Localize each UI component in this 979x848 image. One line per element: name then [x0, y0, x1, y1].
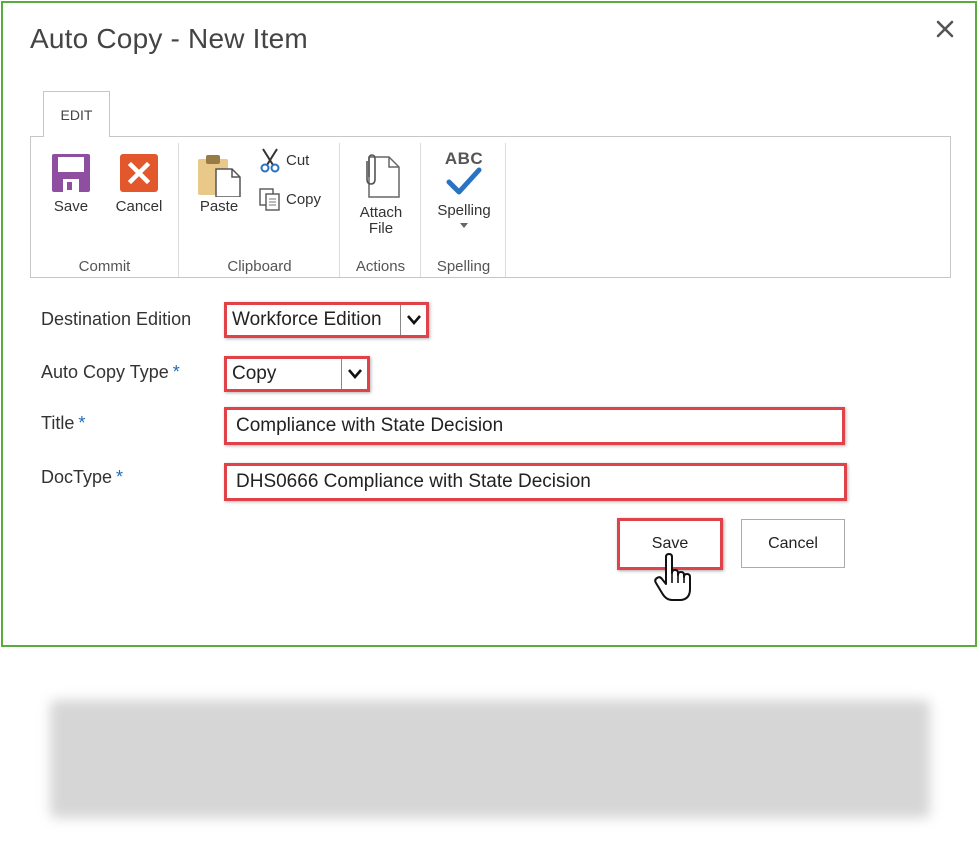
- dialog-title: Auto Copy - New Item: [30, 23, 308, 54]
- ribbon-attach-label-1: Attach: [359, 204, 403, 221]
- doctype-label-text: DocType: [41, 467, 113, 487]
- floppy-disk-icon: [52, 154, 90, 192]
- title-label: Title *: [41, 413, 85, 434]
- abc-checkmark-icon: ABC: [442, 149, 486, 199]
- hand-pointer-icon: [654, 553, 691, 601]
- auto-copy-type-label-text: Auto Copy Type: [41, 362, 169, 382]
- caret-down-icon: [460, 223, 468, 228]
- ribbon-copy-label: Copy: [286, 190, 322, 208]
- title-label-text: Title: [41, 413, 75, 433]
- auto-copy-type-select[interactable]: Copy: [224, 356, 370, 392]
- copy-icon: [259, 188, 280, 211]
- group-label-actions: Actions: [355, 258, 406, 275]
- group-label-commit: Commit: [78, 258, 131, 275]
- ribbon-cancel-label: Cancel: [115, 198, 163, 215]
- ribbon-cancel-button[interactable]: Cancel: [111, 153, 167, 215]
- scissors-icon: [260, 148, 280, 173]
- ribbon-paste-label: Paste: [199, 198, 239, 215]
- ribbon-group-commit: Save Cancel Commit: [31, 143, 179, 277]
- ribbon-spelling-label: Spelling: [437, 202, 491, 219]
- ribbon-copy-button[interactable]: Copy: [258, 187, 321, 211]
- clipboard-paste-icon: [198, 155, 241, 197]
- ribbon-paste-button[interactable]: Paste: [194, 153, 244, 215]
- abc-text: ABC: [444, 149, 484, 168]
- close-icon[interactable]: [933, 17, 957, 41]
- required-indicator: *: [116, 467, 124, 487]
- ribbon-save-button[interactable]: Save: [49, 153, 93, 215]
- ribbon-group-spelling: ABC Spelling Spelling: [422, 143, 506, 277]
- chevron-down-icon[interactable]: [341, 359, 367, 389]
- group-label-clipboard: Clipboard: [227, 258, 292, 275]
- title-input[interactable]: Compliance with State Decision: [224, 407, 845, 445]
- ribbon-spelling-button[interactable]: ABC Spelling: [430, 149, 498, 229]
- blurred-region: [50, 700, 930, 818]
- ribbon-group-actions: Attach File Actions: [341, 143, 421, 277]
- ribbon-cut-label: Cut: [286, 151, 310, 169]
- destination-edition-value: Workforce Edition: [232, 309, 382, 330]
- required-indicator: *: [78, 413, 86, 433]
- doctype-input[interactable]: DHS0666 Compliance with State Decision: [224, 463, 847, 501]
- ribbon-save-label: Save: [53, 198, 89, 215]
- required-indicator: *: [172, 362, 180, 382]
- destination-edition-label-text: Destination Edition: [41, 309, 192, 329]
- ribbon-attach-file-button[interactable]: Attach File: [351, 153, 411, 237]
- cancel-button[interactable]: Cancel: [741, 519, 845, 568]
- doctype-label: DocType *: [41, 467, 123, 488]
- cancel-x-icon: [120, 154, 158, 192]
- auto-copy-type-label: Auto Copy Type *: [41, 362, 180, 383]
- ribbon-group-clipboard: Paste Cut Copy Clipboard: [180, 143, 340, 277]
- paperclip-file-icon: [366, 154, 400, 198]
- ribbon: Save Cancel Commit Paste Cut Copy Clipbo…: [30, 136, 951, 278]
- ribbon-cut-button[interactable]: Cut: [258, 147, 309, 173]
- ribbon-attach-label-2: File: [368, 220, 394, 237]
- destination-edition-select[interactable]: Workforce Edition: [224, 302, 429, 338]
- destination-edition-label: Destination Edition: [41, 309, 191, 330]
- new-item-dialog: Auto Copy - New Item EDIT Save Cancel Co…: [1, 1, 977, 647]
- tab-edit[interactable]: EDIT: [43, 91, 110, 137]
- chevron-down-icon[interactable]: [400, 305, 426, 335]
- group-label-spelling: Spelling: [436, 258, 491, 275]
- auto-copy-type-value: Copy: [232, 363, 277, 384]
